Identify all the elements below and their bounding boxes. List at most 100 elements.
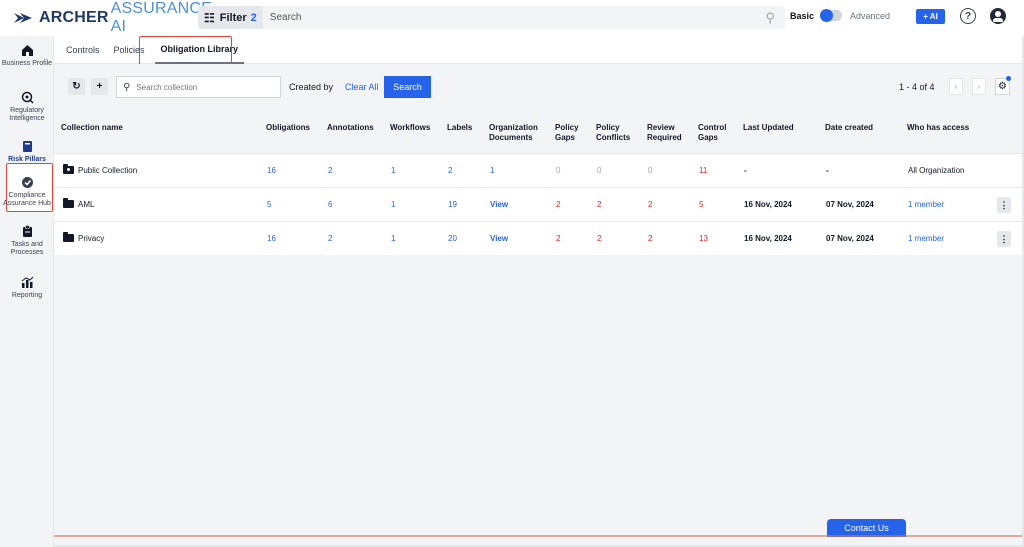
collection-name[interactable]: Public Collection xyxy=(78,166,137,175)
who-has-access-link[interactable]: 1 member xyxy=(908,234,944,243)
table-row[interactable]: AML 5 6 1 19 View 2 2 2 5 16 Nov, 2024 0… xyxy=(54,187,1022,221)
org-documents-view-link[interactable]: View xyxy=(490,234,508,243)
column-header[interactable]: Date created xyxy=(825,123,873,133)
sidebar-item-risk-pillars[interactable]: Risk Pillars xyxy=(0,140,54,164)
policy-conflicts[interactable]: 2 xyxy=(597,234,601,243)
obligations-count[interactable]: 16 xyxy=(267,234,276,243)
tab-controls[interactable]: Controls xyxy=(60,45,106,55)
last-updated: - xyxy=(744,166,747,175)
org-documents-view-link[interactable]: View xyxy=(490,200,508,209)
review-required[interactable]: 2 xyxy=(648,200,652,209)
date-created: - xyxy=(826,166,829,175)
sidebar-item-compliance-assurance-hub[interactable]: Compliance Assurance Hub xyxy=(0,176,54,208)
next-page-button[interactable]: › xyxy=(972,78,986,95)
who-has-access: All Organization xyxy=(908,166,965,175)
sidebar-item-reporting[interactable]: Reporting xyxy=(0,276,54,300)
clear-all-link[interactable]: Clear All xyxy=(345,82,379,92)
search-icon: ⚲ xyxy=(123,81,131,93)
sidebar-item-tasks-and-processes[interactable]: Tasks and Processes xyxy=(0,225,54,257)
review-required[interactable]: 2 xyxy=(648,234,652,243)
account-circle-icon[interactable] xyxy=(990,8,1006,24)
folder-icon xyxy=(63,198,74,208)
column-header[interactable]: Last Updated xyxy=(743,123,794,133)
column-header[interactable]: Collection name xyxy=(61,123,123,133)
column-header[interactable]: Policy Conflicts xyxy=(596,123,640,143)
annotations-count[interactable]: 2 xyxy=(328,166,332,175)
control-gaps[interactable]: 11 xyxy=(699,166,707,175)
collection-search-input[interactable] xyxy=(136,82,267,92)
search-button[interactable]: Search xyxy=(384,76,431,98)
mode-basic-label: Basic xyxy=(790,10,815,21)
table-row[interactable]: Privacy 16 2 1 20 View 2 2 2 13 16 Nov, … xyxy=(54,221,1022,255)
sidebar-item-label: Tasks and Processes xyxy=(10,241,44,256)
brand-logo[interactable]: ARCHER ASSURANCE AI xyxy=(14,0,212,36)
previous-page-button[interactable]: ‹ xyxy=(949,78,963,95)
building-icon xyxy=(21,44,34,57)
date-created: 07 Nov, 2024 xyxy=(826,200,874,209)
table-row[interactable]: Public Collection 16 2 1 2 1 0 0 0 11 - … xyxy=(54,153,1022,187)
mode-advanced-label: Advanced xyxy=(850,10,891,21)
annotations-count[interactable]: 6 xyxy=(328,200,332,209)
workflows-count[interactable]: 1 xyxy=(391,200,395,209)
column-header[interactable]: Control Gaps xyxy=(698,123,732,143)
column-header[interactable]: Workflows xyxy=(390,123,430,133)
ai-button[interactable]: + AI xyxy=(916,9,945,24)
policy-gaps: 0 xyxy=(556,166,561,175)
column-header[interactable]: Obligations xyxy=(266,123,310,133)
obligations-count[interactable]: 5 xyxy=(267,200,271,209)
column-header[interactable]: Who has access xyxy=(907,123,969,133)
global-search-input[interactable]: Search xyxy=(270,12,302,23)
sidebar-item-label: Regulatory Intelligence xyxy=(9,107,45,122)
refresh-icon[interactable]: ↻ xyxy=(68,78,85,95)
who-has-access-link[interactable]: 1 member xyxy=(908,200,944,209)
main-content: Controls Policies Obligation Library ↻ +… xyxy=(54,36,1022,545)
workflows-count[interactable]: 1 xyxy=(391,234,395,243)
policy-conflicts[interactable]: 2 xyxy=(597,200,601,209)
column-header[interactable]: Annotations xyxy=(327,123,374,133)
row-more-menu-icon[interactable]: ⋮ xyxy=(997,231,1011,247)
last-updated: 16 Nov, 2024 xyxy=(744,200,792,209)
search-icon[interactable]: ⚲ xyxy=(765,10,775,26)
column-header[interactable]: Review Required xyxy=(647,123,691,143)
filter-button[interactable]: ☷ Filter 2 xyxy=(198,6,263,29)
mode-toggle-switch[interactable] xyxy=(820,9,843,22)
obligations-count[interactable]: 16 xyxy=(267,166,276,175)
collection-search-field[interactable]: ⚲ xyxy=(116,76,281,98)
plus-icon[interactable]: + xyxy=(91,78,108,95)
policy-conflicts: 0 xyxy=(597,166,602,175)
sidebar-item-label: Compliance Assurance Hub xyxy=(3,192,51,207)
shared-folder-icon xyxy=(63,164,74,174)
filter-count-badge: 2 xyxy=(250,11,257,24)
control-gaps[interactable]: 5 xyxy=(699,200,703,209)
row-more-menu-icon[interactable]: ⋮ xyxy=(997,197,1011,213)
workflows-count[interactable]: 1 xyxy=(391,166,395,175)
column-header[interactable]: Policy Gaps xyxy=(555,123,585,143)
org-documents[interactable]: 1 xyxy=(490,166,494,175)
annotations-count[interactable]: 2 xyxy=(328,234,332,243)
chart-icon xyxy=(21,276,34,289)
collection-name[interactable]: AML xyxy=(78,200,94,209)
folder-icon xyxy=(63,232,74,242)
global-search-bar[interactable]: ☷ Filter 2 Search ⚲ xyxy=(198,6,785,29)
brand-name-light: ASSURANCE AI xyxy=(110,0,213,35)
control-gaps[interactable]: 13 xyxy=(699,234,708,243)
left-sidebar: Business Profile Regulatory Intelligence… xyxy=(0,36,54,547)
clipboard-icon xyxy=(21,225,34,238)
policy-gaps[interactable]: 2 xyxy=(556,234,560,243)
labels-count[interactable]: 19 xyxy=(448,200,457,209)
question-circle-icon[interactable]: ? xyxy=(960,8,976,24)
filter-label: Filter xyxy=(219,11,247,24)
policy-gaps[interactable]: 2 xyxy=(556,200,560,209)
sidebar-item-business-profile[interactable]: Business Profile xyxy=(0,44,54,68)
column-header[interactable]: Labels xyxy=(447,123,472,133)
sidebar-item-regulatory-intelligence[interactable]: Regulatory Intelligence xyxy=(0,91,54,123)
logo-mark-icon xyxy=(14,11,36,25)
labels-count[interactable]: 2 xyxy=(448,166,452,175)
labels-count[interactable]: 20 xyxy=(448,234,457,243)
collections-table: Collection name Obligations Annotations … xyxy=(54,116,1022,255)
app-window: ARCHER ASSURANCE AI ☷ Filter 2 Search ⚲ … xyxy=(0,0,1024,547)
filter-sliders-icon: ☷ xyxy=(204,10,215,25)
created-by-filter[interactable]: Created by xyxy=(289,82,333,92)
column-header[interactable]: Organization Documents xyxy=(489,123,549,143)
collection-name[interactable]: Privacy xyxy=(78,234,104,243)
